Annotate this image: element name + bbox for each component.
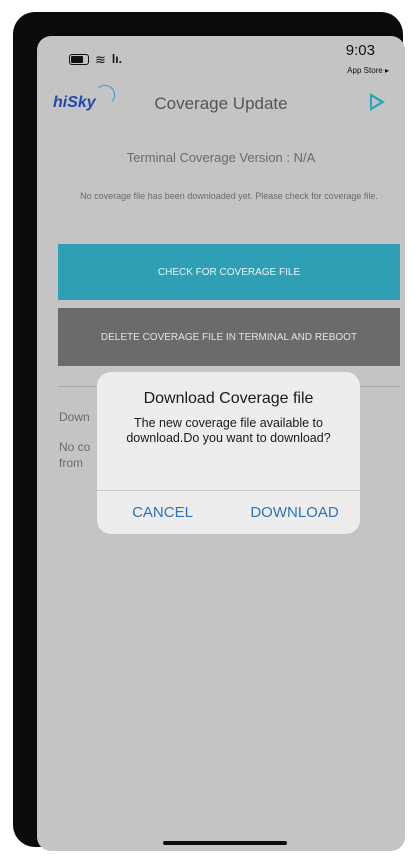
dialog-message: The new coverage file available to downl… <box>126 416 331 445</box>
check-coverage-button[interactable]: CHECK FOR COVERAGE FILE <box>58 244 400 300</box>
home-indicator[interactable] <box>163 841 287 845</box>
app-screen: ≋ lı. 9:03 App Store ▸ hiSky Coverage Up… <box>37 36 405 851</box>
status-indicators: ≋ lı. <box>69 52 122 66</box>
dialog-title: Download Coverage file <box>143 390 314 407</box>
download-button[interactable]: DOWNLOAD <box>229 491 360 534</box>
wifi-icon: ≋ <box>95 51 106 67</box>
coverage-version-label: Terminal Coverage Version : N/A <box>126 150 316 165</box>
signal-strength: lı. <box>111 52 122 66</box>
clock: 9:03 <box>345 42 375 59</box>
download-dialog: Download Coverage file The new coverage … <box>97 372 360 534</box>
phone-frame: ≋ lı. 9:03 App Store ▸ hiSky Coverage Up… <box>13 12 405 851</box>
cancel-button[interactable]: CANCEL <box>97 491 228 534</box>
delete-coverage-button[interactable]: DELETE COVERAGE FILE IN TERMINAL AND REB… <box>58 308 400 366</box>
play-icon[interactable] <box>370 93 385 111</box>
download-status-line-2: from <box>59 456 83 470</box>
page-title: Coverage Update <box>154 94 288 113</box>
coverage-notice: No coverage file has been downloaded yet… <box>80 191 378 201</box>
download-status-line-1: No co <box>59 440 91 454</box>
back-to-app-link[interactable]: App Store ▸ <box>347 66 389 75</box>
download-section-heading: Down <box>59 410 90 424</box>
battery-icon <box>69 53 89 65</box>
